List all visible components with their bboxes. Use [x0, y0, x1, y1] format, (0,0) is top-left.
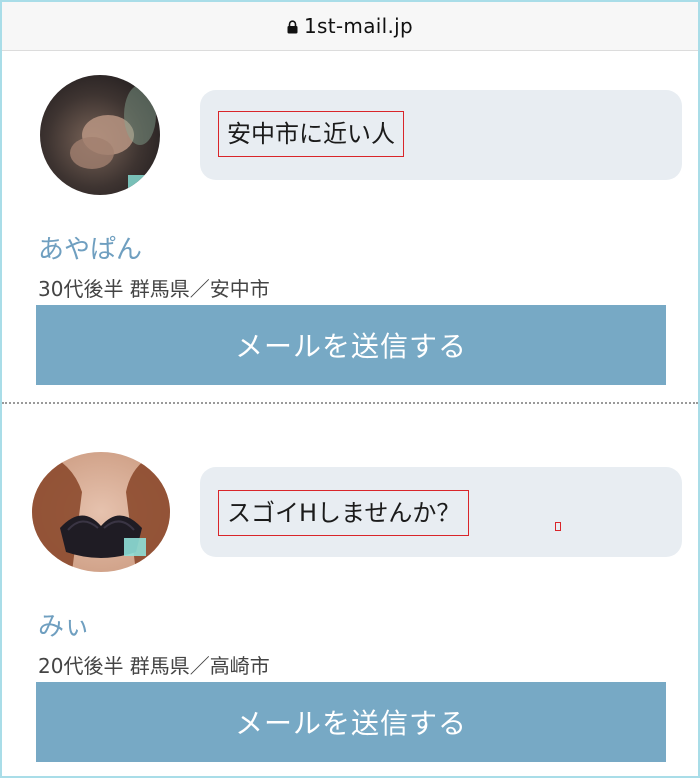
card-divider	[2, 402, 698, 404]
browser-url-bar[interactable]: 1st-mail.jp	[2, 2, 698, 51]
avatar[interactable]	[40, 75, 160, 195]
profile-card: 安中市に近い人 あやぱん 30代後半 群馬県／安中市 メールを送信する	[2, 51, 698, 401]
profile-card: スゴイHしませんか？ みぃ 20代後半 群馬県／高崎市 メールを送信する	[2, 406, 698, 776]
lock-icon	[287, 19, 298, 34]
avatar[interactable]	[32, 452, 170, 572]
send-mail-button[interactable]: メールを送信する	[36, 682, 666, 762]
message-text: 安中市に近い人	[218, 111, 404, 157]
profile-meta: 30代後半 群馬県／安中市	[38, 277, 270, 301]
profile-name[interactable]: あやぱん	[38, 229, 142, 266]
message-bubble: 安中市に近い人	[200, 90, 682, 180]
highlight-mark	[555, 522, 561, 531]
profile-meta: 20代後半 群馬県／高崎市	[38, 654, 270, 678]
message-text: スゴイHしませんか？	[218, 490, 470, 536]
profile-name[interactable]: みぃ	[38, 606, 90, 643]
message-bubble: スゴイHしませんか？	[200, 467, 682, 557]
send-mail-button[interactable]: メールを送信する	[36, 305, 666, 385]
url-text: 1st-mail.jp	[304, 14, 413, 38]
page-frame: 1st-mail.jp 安中市に近い人 あやぱん 30代後半 群馬県／安中市 メ…	[0, 0, 700, 778]
